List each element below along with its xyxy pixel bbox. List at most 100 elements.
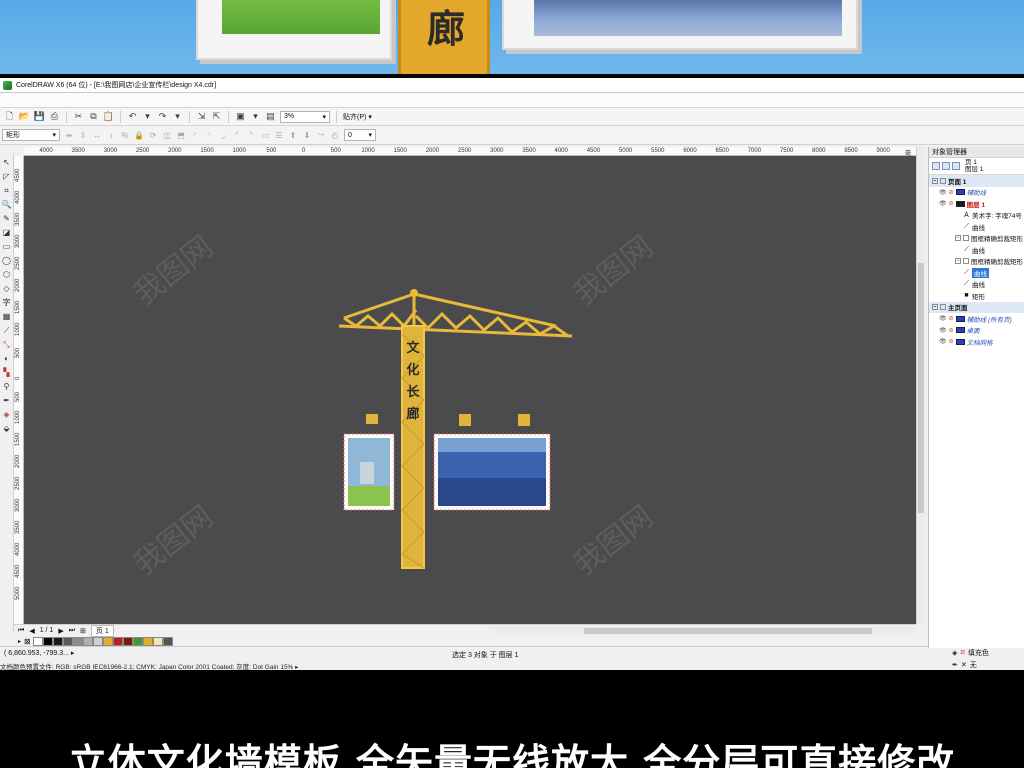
tree-object-node[interactable]: − 图框精确剪裁矩形	[929, 256, 1024, 268]
page-icon[interactable]	[940, 304, 946, 311]
visibility-eye-icon[interactable]: 👁	[939, 315, 947, 322]
prev-page-icon[interactable]: ◀	[29, 627, 34, 635]
zoom-level-select[interactable]: 3% ▾	[280, 110, 330, 123]
tree-object-node[interactable]: ■ 矩形	[929, 290, 1024, 302]
corner-scallop-icon[interactable]: ◝	[204, 130, 214, 140]
welcome-screen-icon[interactable]: ▤	[265, 111, 276, 122]
tree-layer-node[interactable]: 👁 ⊘ 辅助线	[929, 187, 1024, 199]
undo-icon[interactable]: ↶	[127, 111, 138, 122]
layer-color-icon[interactable]	[955, 200, 965, 207]
zoom-tool-icon[interactable]: 🔍	[2, 199, 12, 210]
outline-pen-icon[interactable]: ✒	[2, 395, 12, 406]
tree-layer-node[interactable]: 👁 ⊘ 桌面	[929, 325, 1024, 337]
color-swatch[interactable]	[92, 636, 103, 646]
rotation-input[interactable]: 0 ▾	[344, 129, 376, 141]
export-icon[interactable]: ⇱	[211, 111, 222, 122]
redo-icon[interactable]: ↷	[157, 111, 168, 122]
layer-color-icon[interactable]	[955, 315, 965, 322]
open-folder-icon[interactable]: 📂	[19, 111, 30, 122]
visibility-eye-icon[interactable]: 👁	[939, 338, 947, 345]
copy-icon[interactable]: ⧉	[88, 111, 99, 122]
rotation-icon[interactable]: ◴	[330, 130, 340, 140]
corner-chamfer-icon[interactable]: ◞	[218, 130, 228, 140]
drawing-canvas[interactable]: 文 化 长 廊 我图网 我图网 我图网 我图网	[24, 156, 916, 624]
layer-color-icon[interactable]	[955, 338, 965, 345]
to-back-icon[interactable]: ⬇	[302, 130, 312, 140]
visibility-eye-icon[interactable]: 👁	[939, 189, 947, 196]
layer-color-icon[interactable]	[955, 327, 965, 334]
color-swatch[interactable]	[112, 636, 123, 646]
convert-curves-icon[interactable]: ⤳	[316, 130, 326, 140]
color-swatch[interactable]	[42, 636, 53, 646]
interactive-blend-icon[interactable]: ◐	[2, 353, 12, 364]
show-properties-icon[interactable]	[932, 162, 940, 170]
tree-object-node[interactable]: − 图框精确剪裁矩形	[929, 233, 1024, 245]
print-icon[interactable]: ⎙	[49, 111, 60, 122]
corner-round-icon[interactable]: ◜	[190, 130, 200, 140]
palette-scroll-icon[interactable]: ▸	[18, 638, 21, 645]
tree-layer-node[interactable]: 👁 ⊘ 图层 1	[929, 198, 1024, 210]
color-swatch[interactable]	[52, 636, 63, 646]
text-tool-icon[interactable]: 字	[2, 297, 12, 308]
to-front-icon[interactable]: ⬆	[288, 130, 298, 140]
page-icon[interactable]	[940, 177, 946, 184]
no-color-swatch[interactable]: ⊠	[24, 637, 31, 646]
mirror-h-icon[interactable]: ◫	[162, 130, 172, 140]
smart-fill-icon[interactable]: ◪	[2, 227, 12, 238]
position-y-icon[interactable]: ⇳	[78, 130, 88, 140]
application-launcher-icon[interactable]: ▣	[235, 111, 246, 122]
crane-design-artwork[interactable]: 文 化 长 廊 我图网 我图网 我图网 我图网	[24, 156, 916, 624]
layer-color-icon[interactable]	[955, 189, 965, 196]
cut-icon[interactable]: ✂	[73, 111, 84, 122]
color-swatch[interactable]	[142, 636, 153, 646]
vertical-scrollbar[interactable]	[916, 147, 925, 624]
add-page-icon[interactable]: ⊞	[80, 627, 86, 635]
redo-dropdown-icon[interactable]: ▾	[172, 111, 183, 122]
color-swatch[interactable]	[102, 636, 113, 646]
tree-object-node[interactable]: ⟋ 曲线	[929, 244, 1024, 256]
group-icon[interactable]	[963, 258, 969, 265]
print-disabled-icon[interactable]: ⊘	[949, 200, 954, 207]
visibility-eye-icon[interactable]: 👁	[939, 200, 947, 207]
pick-tool-icon[interactable]: ↖	[2, 157, 12, 168]
outline-width-icon[interactable]: ▭	[260, 130, 270, 140]
color-swatch[interactable]	[132, 636, 143, 646]
next-page-icon[interactable]: ▶	[58, 627, 63, 635]
tab-page-1[interactable]: 页 1	[90, 624, 114, 637]
color-swatch[interactable]	[82, 636, 93, 646]
snap-to-menu[interactable]: 贴齐(P) ▾	[343, 112, 372, 122]
import-icon[interactable]: ⇲	[196, 111, 207, 122]
height-icon[interactable]: ↕	[106, 130, 116, 140]
tree-page-node[interactable]: − 页面 1	[929, 175, 1024, 187]
save-icon[interactable]: 💾	[34, 111, 45, 122]
transparency-tool-icon[interactable]: ▚	[2, 367, 12, 378]
color-swatch[interactable]	[72, 636, 83, 646]
layer-manager-view-icon[interactable]	[952, 162, 960, 170]
tree-object-node[interactable]: A 美术字: 字魂74号	[929, 210, 1024, 222]
expand-toggle-icon[interactable]: −	[955, 235, 961, 242]
mirror-v-icon[interactable]: ⬒	[176, 130, 186, 140]
visibility-eye-icon[interactable]: 👁	[939, 327, 947, 334]
color-swatch[interactable]	[32, 636, 43, 646]
vertical-ruler[interactable]: 4500 4000 3500 3000 2500 2000 1500 1000 500 0 500 1…	[14, 156, 24, 624]
horizontal-scrollbar[interactable]	[494, 627, 914, 635]
expand-toggle-icon[interactable]: −	[955, 258, 961, 265]
position-x-icon[interactable]: ⇹	[64, 130, 74, 140]
lock-ratio-icon[interactable]: 🔒	[134, 130, 144, 140]
relative-corner-icon[interactable]: ⌝	[246, 130, 256, 140]
horizontal-ruler[interactable]: 4000 3500 3000 2500 2000 1500 1000 500 0 500 1000 1…	[24, 147, 920, 166]
polygon-tool-icon[interactable]: ⬡	[2, 269, 12, 280]
print-disabled-icon[interactable]: ⊘	[949, 315, 954, 322]
last-page-icon[interactable]: ⏭	[69, 627, 75, 635]
edit-across-layers-icon[interactable]	[942, 162, 950, 170]
table-tool-icon[interactable]: ▦	[2, 311, 12, 322]
color-swatch[interactable]	[122, 636, 133, 646]
new-document-icon[interactable]: 🗋	[4, 111, 15, 122]
scale-icon[interactable]: %	[120, 130, 130, 140]
launcher-dropdown-icon[interactable]: ▾	[250, 111, 261, 122]
eyedropper-tool-icon[interactable]: ⚲	[2, 381, 12, 392]
width-icon[interactable]: ↔	[92, 130, 102, 140]
first-page-icon[interactable]: ⏮	[18, 627, 24, 635]
rotate-icon[interactable]: ⟳	[148, 130, 158, 140]
corner-radius-icon[interactable]: ⌜	[232, 130, 242, 140]
